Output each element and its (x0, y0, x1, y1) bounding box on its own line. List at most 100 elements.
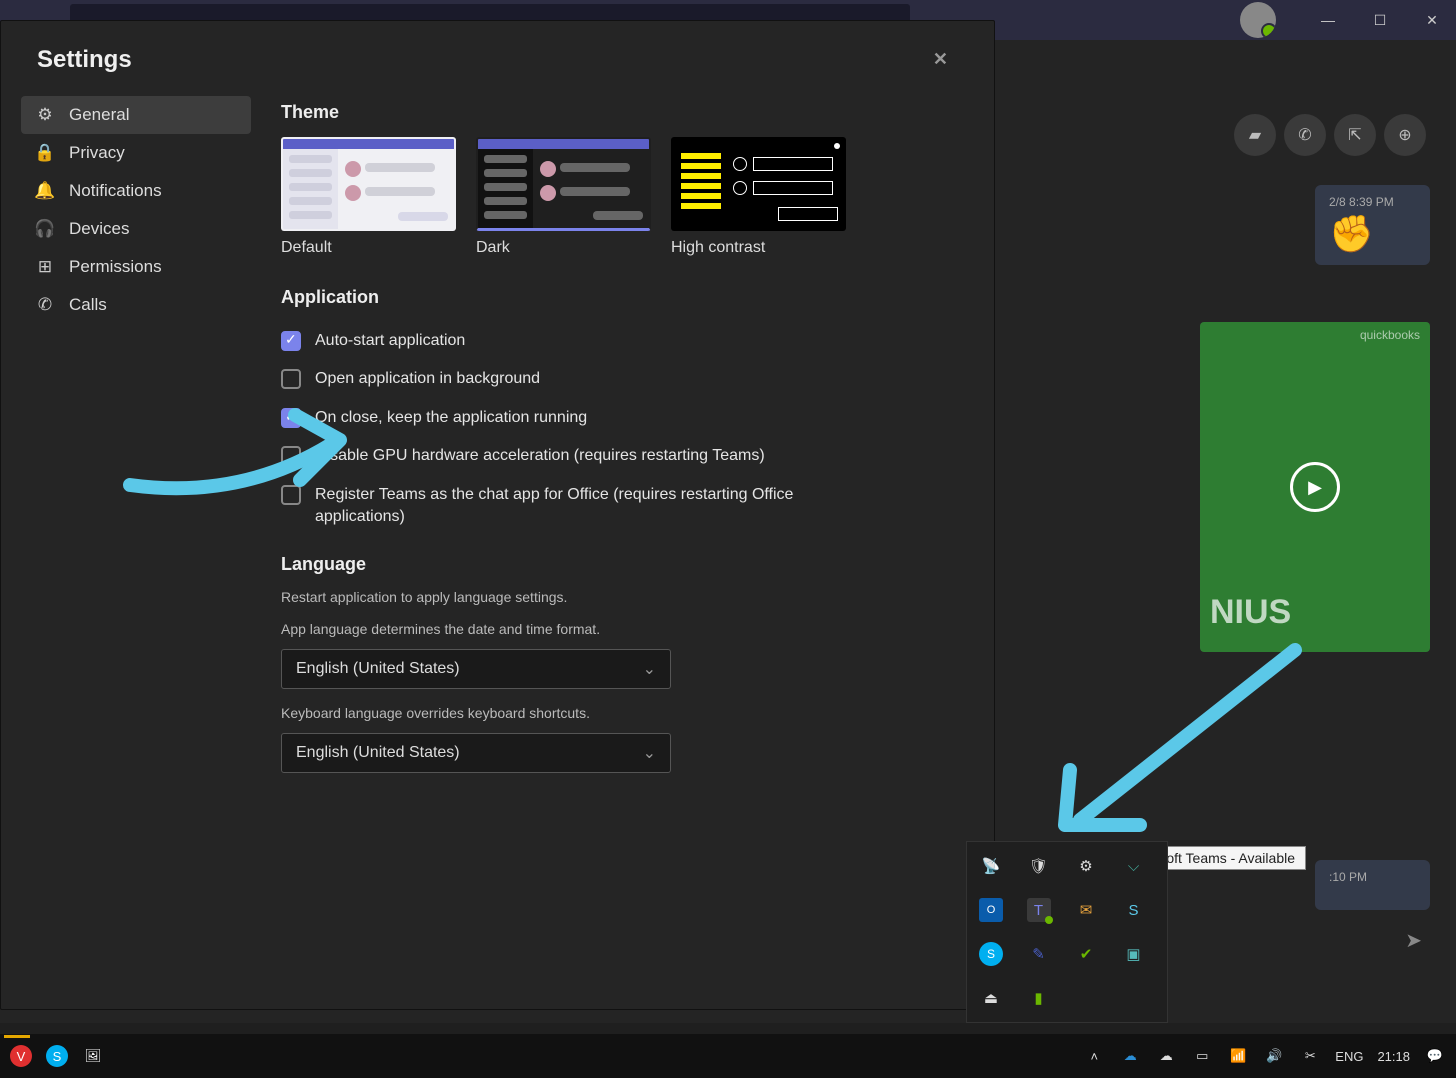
theme-dark[interactable]: Dark (476, 137, 651, 257)
video-attachment[interactable]: quickbooks ▶ NIUS (1200, 322, 1430, 652)
tray-shield-icon[interactable]: 🛡 (1027, 854, 1051, 878)
message-timestamp: 2/8 8:39 PM (1329, 195, 1416, 209)
keyboard-language-select[interactable]: English (United States) ⌄ (281, 733, 671, 773)
fist-emoji: ✊ (1329, 213, 1416, 255)
option-label: Disable GPU hardware acceleration (requi… (315, 445, 765, 467)
taskbar-vivaldi-icon[interactable]: V (10, 1045, 32, 1067)
option-label: Register Teams as the chat app for Offic… (315, 484, 835, 529)
tray-skype-biz-icon[interactable]: S (1122, 898, 1146, 922)
phone-icon: ✆ (35, 295, 55, 315)
taskbar-photos-icon[interactable]: 🖼 (82, 1045, 104, 1067)
theme-default[interactable]: Default (281, 137, 456, 257)
option-keep-running[interactable]: On close, keep the application running (281, 399, 964, 437)
sidebar-item-label: Calls (69, 295, 107, 315)
chevron-down-icon: ⌄ (643, 743, 656, 763)
app-language-note: App language determines the date and tim… (281, 621, 964, 637)
sidebar-item-label: Notifications (69, 181, 162, 201)
cloud-icon[interactable]: ☁ (1155, 1045, 1177, 1067)
running-indicator (4, 1035, 30, 1038)
windows-taskbar[interactable]: V S 🖼 ˄ ☁ ☁ ▭ 📶 🔊 ✂ ENG 21:18 💬 (0, 1034, 1456, 1078)
gear-icon: ⚙ (35, 105, 55, 125)
option-disable-gpu[interactable]: Disable GPU hardware acceleration (requi… (281, 437, 964, 475)
user-avatar[interactable] (1240, 2, 1276, 38)
message-timestamp: :10 PM (1329, 870, 1416, 884)
sidebar-item-general[interactable]: ⚙ General (21, 96, 251, 134)
language-restart-note: Restart application to apply language se… (281, 589, 964, 605)
tray-pen-icon[interactable]: ✎ (1027, 942, 1051, 966)
system-tray-overflow[interactable]: 📡 🛡 ⚙ ⌵ O T ✉ S S ✎ ✔ ▣ ⏏ ▮ (966, 841, 1168, 1023)
close-window-button[interactable]: ✕ (1418, 6, 1446, 34)
taskbar-skype-icon[interactable]: S (46, 1045, 68, 1067)
taskbar-system: ˄ ☁ ☁ ▭ 📶 🔊 ✂ ENG 21:18 💬 (1083, 1045, 1446, 1067)
tray-outlook-icon[interactable]: O (979, 898, 1003, 922)
tray-device-icon[interactable]: ▣ (1122, 942, 1146, 966)
sidebar-item-label: General (69, 105, 129, 125)
wifi-icon[interactable]: 📶 (1227, 1045, 1249, 1067)
sidebar-item-notifications[interactable]: 🔔 Notifications (21, 172, 251, 210)
audio-call-button[interactable]: ✆ (1284, 114, 1326, 156)
select-value: English (United States) (296, 660, 460, 678)
checkbox[interactable] (281, 485, 301, 505)
option-register-chat[interactable]: Register Teams as the chat app for Offic… (281, 476, 964, 537)
checkbox[interactable] (281, 369, 301, 389)
phone-icon: ✆ (1298, 125, 1311, 145)
theme-hc-thumbnail (671, 137, 846, 231)
share-screen-button[interactable]: ⇱ (1334, 114, 1376, 156)
theme-options: Default Dark (281, 137, 964, 257)
theme-label: Default (281, 239, 456, 257)
option-label: On close, keep the application running (315, 407, 587, 429)
play-icon: ▶ (1290, 462, 1340, 512)
checkbox[interactable] (281, 331, 301, 351)
sidebar-item-permissions[interactable]: ⊞Permissions (21, 248, 251, 286)
theme-dark-thumbnail (476, 137, 651, 231)
sidebar-item-calls[interactable]: ✆ Calls (21, 286, 251, 324)
checkbox[interactable] (281, 446, 301, 466)
option-auto-start[interactable]: Auto-start application (281, 322, 964, 360)
bell-icon: 🔔 (35, 181, 55, 201)
tray-broadcast-icon[interactable]: 📡 (979, 854, 1003, 878)
language-section-title: Language (281, 554, 964, 575)
app-language-select[interactable]: English (United States) ⌄ (281, 649, 671, 689)
add-people-button[interactable]: ⊕ (1384, 114, 1426, 156)
settings-dialog: Settings ✕ ⚙General 🔒Privacy 🔔Notificati… (0, 20, 995, 1010)
chevron-down-icon: ⌄ (643, 659, 656, 679)
settings-content: Theme Default (271, 86, 994, 1009)
option-open-background[interactable]: Open application in background (281, 360, 964, 398)
tray-mail-icon[interactable]: ✉ (1074, 898, 1098, 922)
sidebar-item-devices[interactable]: 🎧Devices (21, 210, 251, 248)
chat-action-bar: ▰ ✆ ⇱ ⊕ (1234, 114, 1426, 156)
onedrive-icon[interactable]: ☁ (1119, 1045, 1141, 1067)
chat-message-emoji[interactable]: 2/8 8:39 PM ✊ (1315, 185, 1430, 265)
tray-bluetooth-icon[interactable]: ⌵ (1122, 854, 1146, 878)
tray-expand-icon[interactable]: ˄ (1083, 1045, 1105, 1067)
minimize-button[interactable]: — (1314, 6, 1342, 34)
tray-usb-icon[interactable]: ⏏ (979, 986, 1003, 1010)
notifications-icon[interactable]: 💬 (1424, 1045, 1446, 1067)
option-label: Open application in background (315, 368, 540, 390)
grid-icon: ⊞ (35, 257, 55, 277)
theme-default-thumbnail (281, 137, 456, 231)
theme-high-contrast[interactable]: High contrast (671, 137, 846, 257)
maximize-button[interactable]: ☐ (1366, 6, 1394, 34)
tray-check-icon[interactable]: ✔ (1074, 942, 1098, 966)
send-icon[interactable]: ➤ (1405, 928, 1422, 953)
volume-icon[interactable]: 🔊 (1263, 1045, 1285, 1067)
checkbox[interactable] (281, 408, 301, 428)
video-source-tag: quickbooks (1360, 328, 1420, 342)
snip-icon[interactable]: ✂ (1299, 1045, 1321, 1067)
tray-battery-icon[interactable]: ▮ (1027, 986, 1051, 1010)
taskbar-clock[interactable]: 21:18 (1377, 1049, 1410, 1064)
close-settings-button[interactable]: ✕ (923, 43, 958, 76)
sidebar-item-privacy[interactable]: 🔒Privacy (21, 134, 251, 172)
video-call-button[interactable]: ▰ (1234, 114, 1276, 156)
option-label: Auto-start application (315, 330, 465, 352)
chat-message-partial[interactable]: :10 PM (1315, 860, 1430, 910)
taskbar-pinned: V S 🖼 (10, 1045, 104, 1067)
taskbar-language[interactable]: ENG (1335, 1049, 1363, 1064)
tray-teams-icon[interactable]: T (1027, 898, 1051, 922)
battery-icon[interactable]: ▭ (1191, 1045, 1213, 1067)
keyboard-language-note: Keyboard language overrides keyboard sho… (281, 705, 964, 721)
tray-gear-icon[interactable]: ⚙ (1074, 854, 1098, 878)
select-value: English (United States) (296, 744, 460, 762)
tray-skype-icon[interactable]: S (979, 942, 1003, 966)
